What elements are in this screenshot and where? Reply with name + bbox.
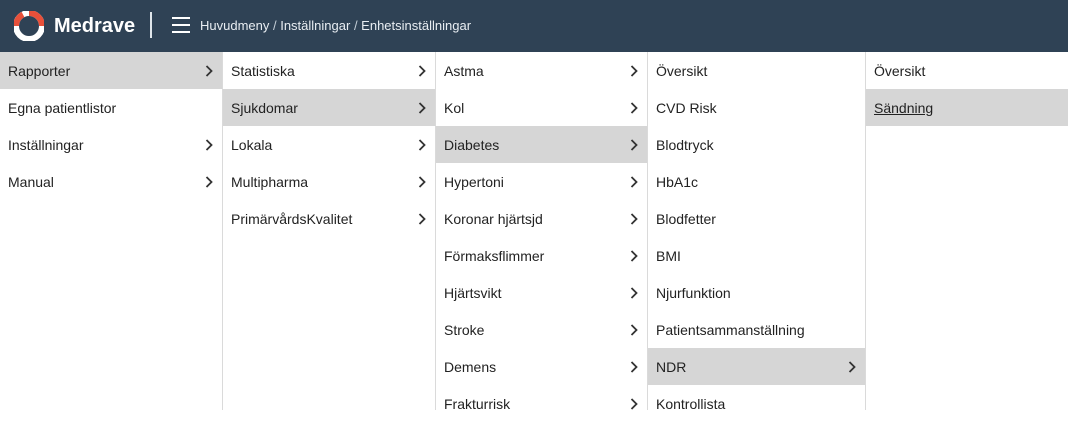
menu-item-label: Multipharma — [231, 173, 309, 190]
menu-item-label: Översikt — [874, 62, 926, 79]
chevron-right-icon — [847, 348, 857, 385]
menu-item-label: Kol — [444, 99, 465, 116]
menu-item-label: PrimärvårdsKvalitet — [231, 210, 353, 227]
breadcrumb: Huvudmeny / Inställningar / Enhetsinstäl… — [200, 18, 472, 33]
menu-item-label: Lokala — [231, 136, 273, 153]
menu-item[interactable]: Kol — [436, 89, 647, 126]
menu-item[interactable]: NDR — [648, 348, 865, 385]
chevron-right-icon — [629, 348, 639, 385]
chevron-right-icon — [629, 311, 639, 348]
menu-item-label: Sändning — [874, 99, 934, 116]
breadcrumb-item[interactable]: Huvudmeny — [200, 18, 269, 33]
chevron-right-icon — [629, 89, 639, 126]
chevron-right-icon — [417, 163, 427, 200]
breadcrumb-item: Enhetsinställningar — [361, 18, 472, 33]
medrave-logo-icon[interactable] — [14, 11, 44, 41]
menu-column-5: Översikt Sändning — [865, 52, 1068, 410]
menu-item-label: CVD Risk — [656, 99, 717, 116]
menu-item-label: Blodtryck — [656, 136, 714, 153]
menu-item[interactable]: Demens — [436, 348, 647, 385]
menu-item-label: Blodfetter — [656, 210, 716, 227]
menu-item[interactable]: Patientsammanställning — [648, 311, 865, 348]
top-bar: Medrave Huvudmeny / Inställningar / Enhe… — [0, 0, 1068, 52]
menu-item-label: Patientsammanställning — [656, 321, 805, 338]
chevron-right-icon — [204, 126, 214, 163]
brand-name[interactable]: Medrave — [54, 14, 135, 38]
menu-item[interactable]: Sjukdomar — [223, 89, 435, 126]
menu-item-label: NDR — [656, 358, 687, 375]
menu-item[interactable]: Sändning — [866, 89, 1068, 126]
menu-item-label: Inställningar — [8, 136, 84, 153]
menu-item-label: Koronar hjärtsjd — [444, 210, 543, 227]
menu-item-label: Översikt — [656, 62, 708, 79]
menu-item[interactable]: Diabetes — [436, 126, 647, 163]
menu-item-label: Frakturrisk — [444, 395, 511, 412]
chevron-right-icon — [417, 126, 427, 163]
header-divider — [150, 12, 152, 38]
chevron-right-icon — [629, 52, 639, 89]
menu-item-label: Hypertoni — [444, 173, 504, 190]
menu-item-label: Demens — [444, 358, 497, 375]
menu-column-1: Rapporter Egna patientlistor Inställningar… — [0, 52, 222, 410]
chevron-right-icon — [629, 385, 639, 422]
menu-item[interactable]: Lokala — [223, 126, 435, 163]
menu-item[interactable]: Stroke — [436, 311, 647, 348]
menu-item[interactable]: Koronar hjärtsjd — [436, 200, 647, 237]
menu-item[interactable]: Blodtryck — [648, 126, 865, 163]
menu-item-label: Förmaksflimmer — [444, 247, 545, 264]
menu-item[interactable]: Multipharma — [223, 163, 435, 200]
menu-item-label: Hjärtsvikt — [444, 284, 502, 301]
menu-item[interactable]: Blodfetter — [648, 200, 865, 237]
menu-item-label: Statistiska — [231, 62, 295, 79]
menu-item[interactable]: Hypertoni — [436, 163, 647, 200]
menu-item[interactable]: HbA1c — [648, 163, 865, 200]
menu-item[interactable]: Statistiska — [223, 52, 435, 89]
menu-item[interactable]: Översikt — [648, 52, 865, 89]
menu-item-label: Stroke — [444, 321, 485, 338]
menu-item-label: HbA1c — [656, 173, 699, 190]
menu-item[interactable]: Kontrollista — [648, 385, 865, 422]
menu-item-label: Diabetes — [444, 136, 500, 153]
menu-item[interactable]: Inställningar — [0, 126, 222, 163]
menu-item-label: Kontrollista — [656, 395, 726, 412]
menu-item[interactable]: PrimärvårdsKvalitet — [223, 200, 435, 237]
menu-icon[interactable] — [172, 17, 190, 33]
menu-item[interactable]: Frakturrisk — [436, 385, 647, 422]
chevron-right-icon — [629, 274, 639, 311]
menu-item[interactable]: Hjärtsvikt — [436, 274, 647, 311]
menu-item-label: Njurfunktion — [656, 284, 731, 301]
chevron-right-icon — [629, 237, 639, 274]
menu-column-2: Statistiska Sjukdomar Lokala Multipharma Pri… — [222, 52, 435, 410]
menu-item[interactable]: Egna patientlistor — [0, 89, 222, 126]
chevron-right-icon — [204, 52, 214, 89]
menu-item-label: Astma — [444, 62, 484, 79]
chevron-right-icon — [629, 200, 639, 237]
menu-item-label: Sjukdomar — [231, 99, 298, 116]
chevron-right-icon — [629, 163, 639, 200]
menu-item[interactable]: Manual — [0, 163, 222, 200]
menu-column-4: Översikt CVD Risk Blodtryck HbA1c Blodfetter… — [647, 52, 865, 412]
menu-item[interactable]: Njurfunktion — [648, 274, 865, 311]
menu-item-label: Manual — [8, 173, 54, 190]
menu-item[interactable]: CVD Risk — [648, 89, 865, 126]
menu-item-label: Rapporter — [8, 62, 71, 79]
menu-item[interactable]: Översikt — [866, 52, 1068, 89]
chevron-right-icon — [417, 52, 427, 89]
menu-item[interactable]: Astma — [436, 52, 647, 89]
menu-item-label: Egna patientlistor — [8, 99, 117, 116]
menu-column-3: Astma Kol Diabetes Hypertoni Koronar hjärtsj… — [435, 52, 647, 412]
chevron-right-icon — [204, 163, 214, 200]
chevron-right-icon — [417, 200, 427, 237]
menu-item[interactable]: Förmaksflimmer — [436, 237, 647, 274]
menu-item[interactable]: Rapporter — [0, 52, 222, 89]
chevron-right-icon — [629, 126, 639, 163]
breadcrumb-item[interactable]: Inställningar — [280, 18, 350, 33]
menu-item[interactable]: BMI — [648, 237, 865, 274]
menu-item-label: BMI — [656, 247, 681, 264]
chevron-right-icon — [417, 89, 427, 126]
